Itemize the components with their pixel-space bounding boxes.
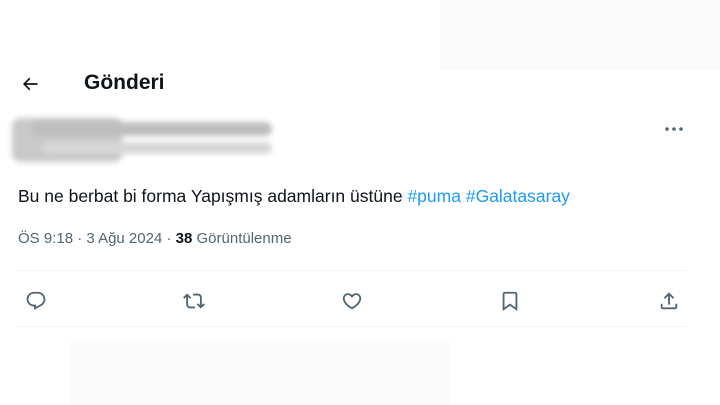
like-button[interactable] [335,284,369,318]
bookmark-icon [499,290,521,312]
page-title: Gönderi [84,71,165,94]
meta-separator: · [166,230,172,247]
hashtag-link[interactable]: #puma [407,186,461,206]
page-header: Gönderi [0,62,720,106]
share-button[interactable] [652,284,686,318]
back-button[interactable] [14,68,46,100]
post-text: Bu ne berbat bi forma Yapışmış adamların… [18,184,708,208]
post-time[interactable]: ÖS 9:18 [18,230,73,247]
more-horizontal-icon [664,126,684,132]
post-date[interactable]: 3 Ağu 2024 [86,230,162,247]
background-ghost [440,0,720,70]
repost-button[interactable] [177,284,211,318]
reply-icon [25,290,47,312]
share-icon [658,290,680,312]
hashtag-link[interactable]: #Galatasaray [466,186,570,206]
meta-separator: · [77,230,83,247]
author-redacted [12,116,272,164]
arrow-left-icon [20,74,40,94]
heart-icon [341,290,363,312]
view-label: Görüntülenme [196,230,292,247]
post-meta: ÖS 9:18 · 3 Ağu 2024 · 38 Görüntülenme [18,230,292,247]
post-body: Bu ne berbat bi forma Yapışmış adamların… [18,186,403,206]
background-ghost [70,340,450,405]
divider [16,326,686,327]
bookmark-button[interactable] [493,284,527,318]
action-bar [0,284,720,318]
divider [16,270,686,271]
repost-icon [183,290,205,312]
view-count: 38 [175,230,193,247]
reply-button[interactable] [19,284,53,318]
more-options-button[interactable] [660,118,688,140]
